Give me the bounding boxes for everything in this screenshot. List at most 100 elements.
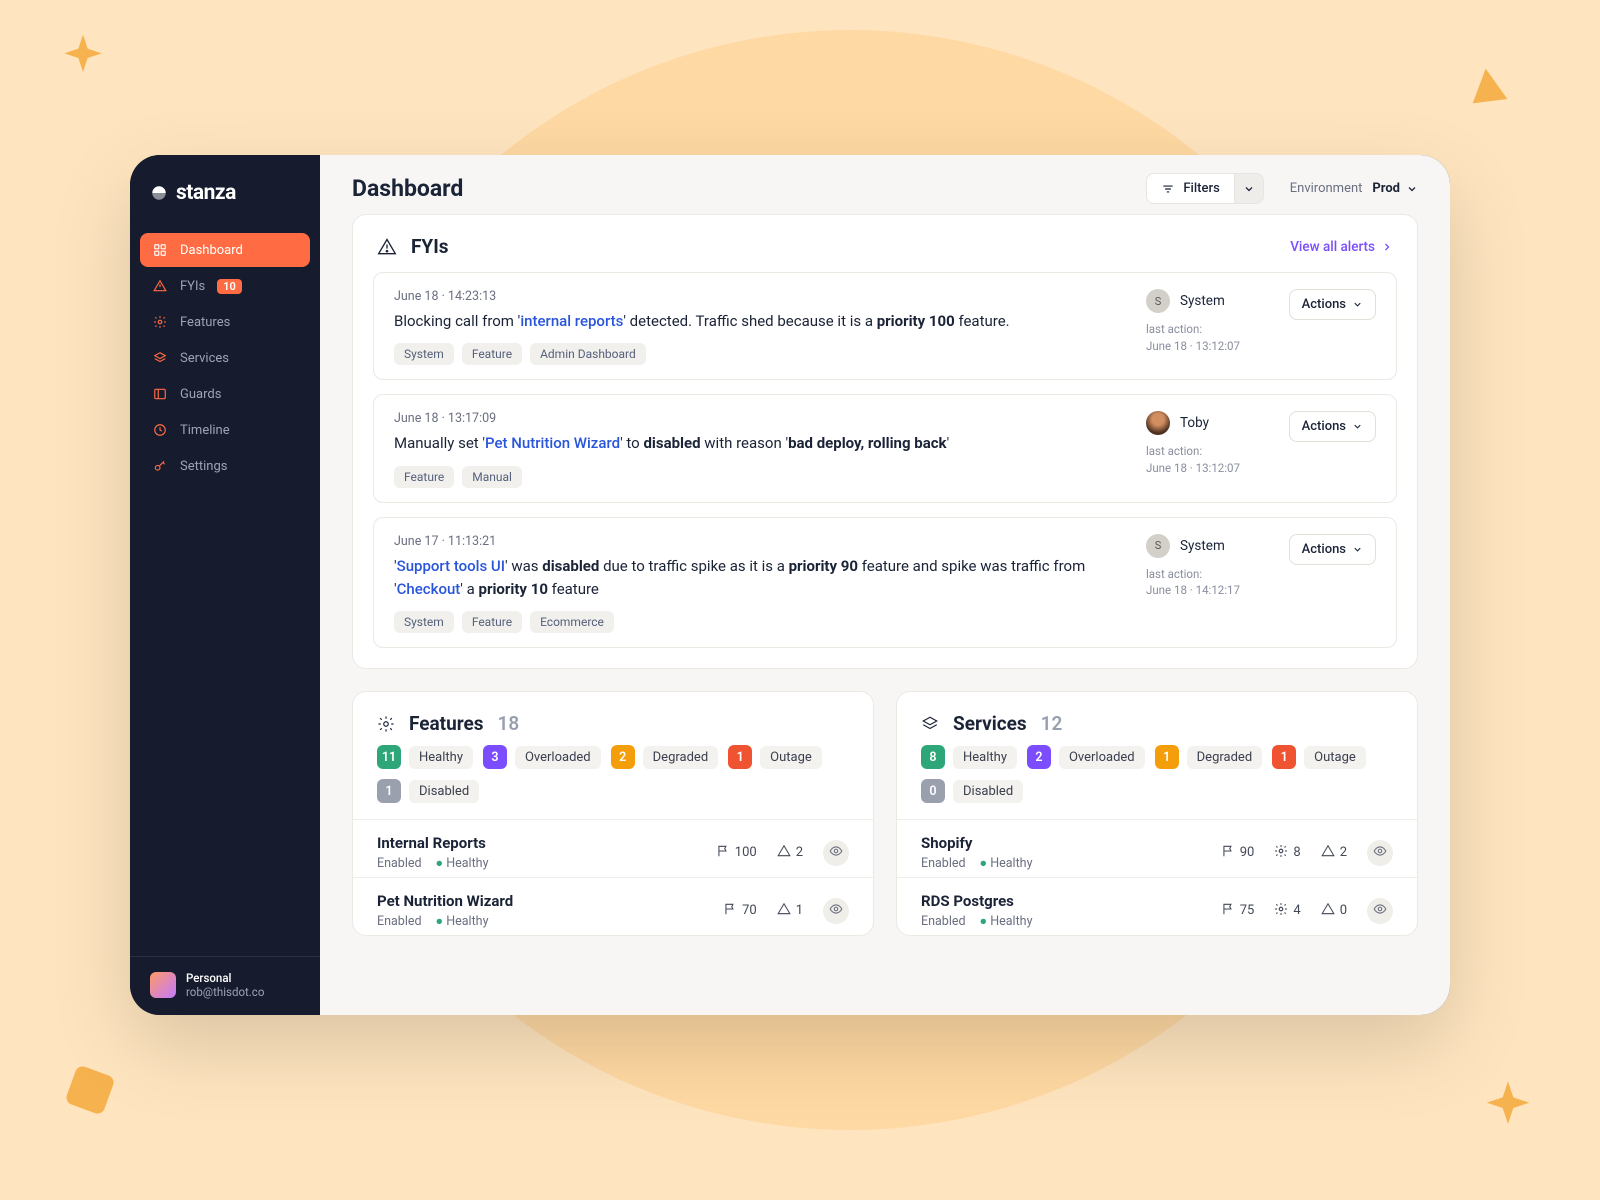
status-label: Degraded (1187, 746, 1263, 769)
item-state: Enabled (377, 914, 422, 929)
gear-stat: 8 (1274, 844, 1300, 862)
sidebar: stanza Dashboard FYIs10 Features ServicesGu… (130, 155, 320, 1015)
status-label: Disabled (953, 780, 1023, 803)
grid-icon (152, 242, 168, 258)
brand-name: stanza (176, 181, 236, 205)
sidebar-item-fyis[interactable]: FYIs10 (140, 269, 310, 303)
status-count: 11 (377, 745, 401, 769)
item-state: Enabled (921, 856, 966, 871)
sidebar-item-timeline[interactable]: Timeline (140, 413, 310, 447)
sidebar-item-services[interactable]: Services (140, 341, 310, 375)
alert-card: June 17 · 11:13:21 'Support tools UI' wa… (373, 517, 1397, 649)
view-button[interactable] (1367, 840, 1393, 866)
list-item[interactable]: Internal Reports Enabled● Healthy 100 2 (353, 819, 873, 877)
item-name: RDS Postgres (921, 892, 1032, 910)
status-pill-healthy[interactable]: 11 Healthy (377, 745, 473, 769)
brand-icon (150, 184, 168, 202)
actions-button[interactable]: Actions (1289, 289, 1376, 320)
item-name: Pet Nutrition Wizard (377, 892, 513, 910)
item-name: Shopify (921, 834, 1032, 852)
status-label: Outage (760, 746, 822, 769)
account-name: Personal (186, 971, 264, 985)
status-count: 1 (1155, 745, 1179, 769)
tag: System (394, 343, 454, 365)
account-email: rob@thisdot.co (186, 985, 264, 999)
status-pill-outage[interactable]: 1 Outage (1272, 745, 1366, 769)
status-pill-outage[interactable]: 1Outage (728, 745, 822, 769)
warn-stat: 0 (1321, 902, 1347, 920)
warning-icon (152, 278, 168, 294)
last-action: last action:June 18 · 13:12:07 (1146, 321, 1240, 354)
status-pill-overloaded[interactable]: 2 Overloaded (1027, 745, 1145, 769)
sidebar-item-label: Dashboard (180, 243, 243, 258)
view-button[interactable] (823, 840, 849, 866)
status-label: Overloaded (1059, 746, 1145, 769)
avatar: S (1146, 289, 1170, 313)
flag-icon (1221, 902, 1235, 920)
environment-selector[interactable]: Environment Prod (1290, 181, 1418, 196)
status-pill-degraded[interactable]: 2 Degraded (611, 745, 719, 769)
alert-timestamp: June 17 · 11:13:21 (394, 534, 1146, 549)
status-label: Degraded (643, 746, 719, 769)
gear-icon (152, 314, 168, 330)
status-pill-degraded[interactable]: 1 Degraded (1155, 745, 1263, 769)
view-button[interactable] (823, 898, 849, 924)
layers-icon (921, 715, 939, 733)
status-count: 2 (611, 745, 635, 769)
services-panel: Services 12 8Healthy2Overloaded1Degraded… (896, 691, 1418, 936)
key-icon (152, 458, 168, 474)
alert-actor: Toby (1146, 411, 1240, 435)
view-all-alerts-link[interactable]: View all alerts (1290, 239, 1393, 255)
actions-button[interactable]: Actions (1289, 534, 1376, 565)
status-count: 1 (1272, 745, 1296, 769)
sidebar-item-label: Features (180, 315, 230, 330)
status-label: Outage (1304, 746, 1366, 769)
alert-timestamp: June 18 · 13:17:09 (394, 411, 1146, 426)
avatar (150, 972, 176, 998)
eye-icon (829, 902, 843, 920)
sidebar-item-settings[interactable]: Settings (140, 449, 310, 483)
app-window: stanza DashboardFYIs10FeaturesServicesGu… (130, 155, 1450, 1015)
status-count: 2 (1027, 745, 1051, 769)
sidebar-item-features[interactable]: Features (140, 305, 310, 339)
flag-icon (716, 844, 730, 862)
topbar: Dashboard Filters Environment Prod (320, 155, 1450, 214)
fyis-panel: FYIs View all alerts June 18 · 14:23:13 … (352, 214, 1418, 669)
sidebar-item-dashboard[interactable]: Dashboard (140, 233, 310, 267)
account-switcher[interactable]: Personal rob@thisdot.co (140, 971, 310, 999)
tag: Ecommerce (530, 611, 614, 633)
status-pill-overloaded[interactable]: 3Overloaded (483, 745, 601, 769)
tag: Feature (462, 611, 522, 633)
sidebar-nav: Dashboard FYIs10 Features ServicesGuardsTim… (140, 233, 310, 483)
layers-icon (152, 350, 168, 366)
filters-dropdown-button[interactable] (1234, 173, 1264, 204)
sidebar-item-guards[interactable]: Guards (140, 377, 310, 411)
features-panel: Features 18 11Healthy3Overloaded2Degrade… (352, 691, 874, 936)
actions-button[interactable]: Actions (1289, 411, 1376, 442)
item-health: ● Healthy (980, 856, 1033, 871)
status-label: Healthy (953, 746, 1017, 769)
fyis-title: FYIs (411, 235, 449, 258)
tag: Feature (462, 343, 522, 365)
tag: Manual (462, 466, 522, 488)
alert-card: June 18 · 14:23:13 Blocking call from 'i… (373, 272, 1397, 380)
list-item[interactable]: RDS Postgres Enabled● Healthy 75 4 0 (897, 877, 1417, 935)
flag-icon (1221, 844, 1235, 862)
alert-text: 'Support tools UI' was disabled due to t… (394, 555, 1146, 602)
last-action: last action:June 18 · 14:12:17 (1146, 566, 1240, 599)
view-button[interactable] (1367, 898, 1393, 924)
avatar (1146, 411, 1170, 435)
item-state: Enabled (377, 856, 422, 871)
status-pill-healthy[interactable]: 8Healthy (921, 745, 1017, 769)
status-pill-disabled[interactable]: 1Disabled (377, 779, 479, 803)
list-item[interactable]: Shopify Enabled● Healthy 90 8 2 (897, 819, 1417, 877)
status-label: Healthy (409, 746, 473, 769)
status-pill-disabled[interactable]: 0 Disabled (921, 779, 1023, 803)
clock-icon (152, 422, 168, 438)
warning-icon (377, 237, 397, 257)
filters-button[interactable]: Filters (1146, 173, 1234, 204)
avatar: S (1146, 534, 1170, 558)
tag: Feature (394, 466, 454, 488)
status-count: 0 (921, 779, 945, 803)
list-item[interactable]: Pet Nutrition Wizard Enabled● Healthy 70… (353, 877, 873, 935)
